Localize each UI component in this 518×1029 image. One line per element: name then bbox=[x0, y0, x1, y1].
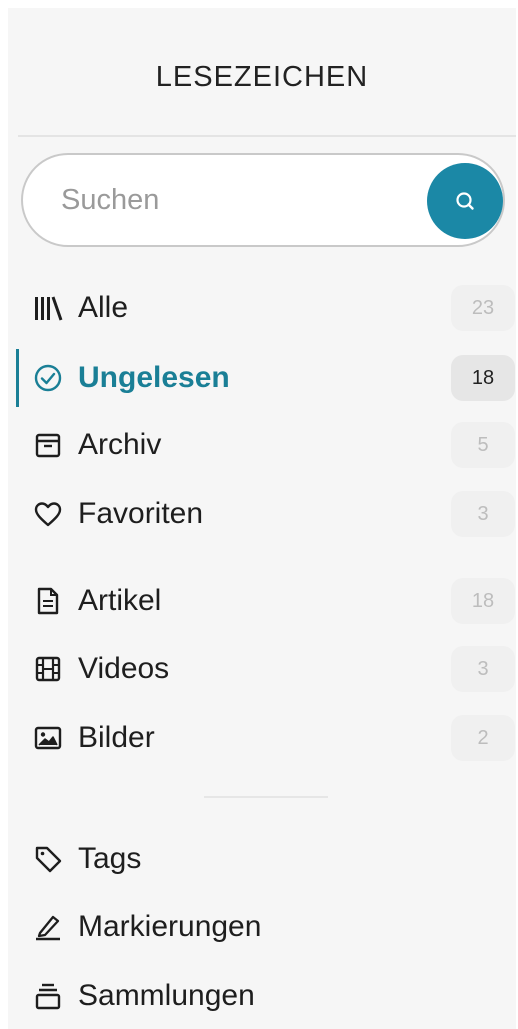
count-badge: 2 bbox=[451, 715, 515, 761]
film-icon bbox=[32, 653, 64, 685]
search-icon bbox=[456, 192, 474, 210]
nav-item-videos[interactable]: Videos 3 bbox=[8, 644, 516, 694]
nav-label: Tags bbox=[78, 842, 142, 875]
search-button[interactable] bbox=[427, 163, 503, 239]
count-badge: 3 bbox=[451, 646, 515, 692]
check-circle-icon bbox=[32, 362, 64, 394]
nav-item-markierungen[interactable]: Markierungen bbox=[8, 902, 516, 952]
nav-label: Ungelesen bbox=[78, 361, 230, 394]
divider bbox=[204, 796, 328, 798]
nav-item-bilder[interactable]: Bilder 2 bbox=[8, 713, 516, 763]
heart-icon bbox=[32, 498, 64, 530]
count-badge: 18 bbox=[451, 578, 515, 624]
collections-icon bbox=[32, 980, 64, 1012]
nav-label: Videos bbox=[78, 652, 170, 685]
sidebar-title: LESEZEICHEN bbox=[155, 61, 369, 93]
nav-item-artikel[interactable]: Artikel 18 bbox=[8, 576, 516, 626]
count-badge: 23 bbox=[451, 285, 515, 331]
nav-item-ungelesen[interactable]: Ungelesen 18 bbox=[8, 349, 516, 407]
count-badge: 18 bbox=[451, 355, 515, 401]
nav-item-favoriten[interactable]: Favoriten 3 bbox=[8, 489, 516, 539]
count-badge: 3 bbox=[451, 491, 515, 537]
count-badge: 5 bbox=[451, 422, 515, 468]
nav-label: Artikel bbox=[78, 584, 162, 617]
nav-label: Markierungen bbox=[78, 910, 262, 943]
nav-label: Archiv bbox=[78, 428, 162, 461]
archive-icon bbox=[32, 429, 64, 461]
article-icon bbox=[32, 585, 64, 617]
tag-icon bbox=[32, 843, 64, 875]
nav-item-sammlungen[interactable]: Sammlungen bbox=[8, 971, 516, 1021]
divider bbox=[18, 135, 516, 137]
nav-label: Sammlungen bbox=[78, 979, 255, 1012]
nav-label: Alle bbox=[78, 291, 129, 324]
image-icon bbox=[32, 722, 64, 754]
active-indicator bbox=[16, 349, 19, 407]
highlighter-icon bbox=[32, 911, 64, 943]
nav-label: Favoriten bbox=[78, 497, 204, 530]
search-input[interactable] bbox=[61, 177, 401, 223]
library-icon bbox=[32, 292, 64, 324]
nav-item-tags[interactable]: Tags bbox=[8, 834, 516, 884]
nav-label: Bilder bbox=[78, 721, 155, 754]
nav-item-alle[interactable]: Alle 23 bbox=[8, 283, 516, 333]
search-box bbox=[21, 153, 505, 247]
sidebar: LESEZEICHEN Alle 23 bbox=[8, 8, 516, 1029]
nav-item-archiv[interactable]: Archiv 5 bbox=[8, 420, 516, 470]
